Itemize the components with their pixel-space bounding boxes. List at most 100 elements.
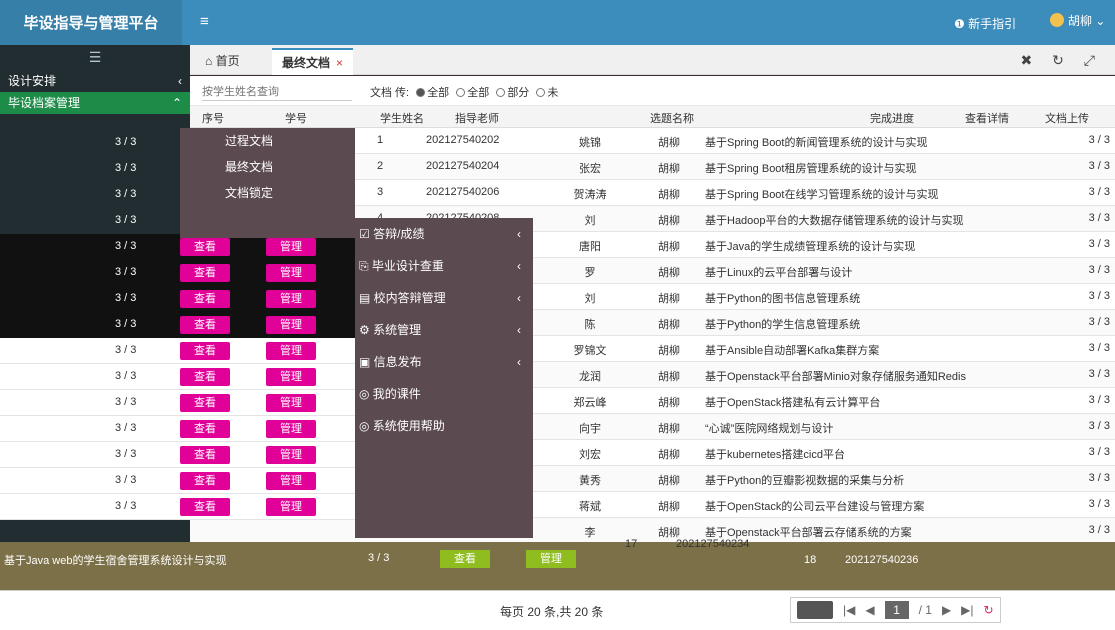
manage-button[interactable]: 管理 (266, 498, 316, 516)
row-upload-count: 3 / 3 (1088, 342, 1110, 354)
view-button[interactable]: 查看 (180, 264, 230, 282)
manage-button[interactable]: 管理 (266, 238, 316, 256)
first-page-icon[interactable]: |◀ (843, 603, 855, 617)
radio-all-2[interactable] (456, 88, 466, 97)
filter-bar: 文档 传: 全部 全部 部分 未 (190, 76, 1115, 106)
manage-button[interactable]: 管理 (266, 368, 316, 386)
chevron-left-icon: ‹ (517, 227, 521, 241)
close-icon[interactable]: × (336, 56, 343, 70)
progress-value: 3 / 3 (115, 318, 137, 330)
prev-page-icon[interactable]: ◀ (865, 603, 874, 617)
progress-value: 3 / 3 (115, 136, 137, 148)
row-title: 基于Openstack平台部署云存储系统的方案 (705, 527, 912, 539)
sidebar-collapse-icon[interactable]: ☰ (0, 45, 190, 70)
manage-button[interactable]: 管理 (266, 290, 316, 308)
row-upload-count: 3 / 3 (1088, 316, 1110, 328)
current-page-input[interactable]: 1 (884, 601, 909, 619)
page-info: 每页 20 条,共 20 条 (500, 605, 604, 619)
progress-value: 3 / 3 (115, 448, 137, 460)
manage-button[interactable]: 管理 (266, 420, 316, 438)
row-title: 基于OpenStack的公司云平台建设与管理方案 (705, 501, 925, 513)
manage-button[interactable]: 管理 (266, 472, 316, 490)
view-button[interactable]: 查看 (180, 420, 230, 438)
manage-button[interactable]: 管理 (266, 264, 316, 282)
menu-item-defense[interactable]: ☑ 答辩/成绩 ‹ (355, 218, 533, 250)
view-button[interactable]: 查看 (180, 316, 230, 334)
refresh-icon[interactable]: ↻ (984, 603, 994, 617)
chevron-left-icon: ‹ (517, 323, 521, 337)
tab-home[interactable]: ⌂ 首页 (195, 48, 250, 75)
manage-button[interactable]: 管理 (266, 394, 316, 412)
menu-item-doc-lock[interactable]: 文档锁定 (180, 180, 355, 206)
menu-item-process-docs[interactable]: 过程文档 (180, 128, 355, 154)
radio-partial[interactable] (496, 88, 506, 97)
row-upload-count: 3 / 3 (1088, 472, 1110, 484)
view-button[interactable]: 查看 (180, 368, 230, 386)
sidebar-item-archive[interactable]: 毕设档案管理 ⌃ (0, 92, 190, 114)
row-teacher: 胡柳 (658, 163, 680, 175)
row-title: 基于OpenStack搭建私有云计算平台 (705, 397, 881, 409)
next-page-icon[interactable]: ▶ (942, 603, 951, 617)
row-teacher: 胡柳 (658, 241, 680, 253)
view-button[interactable]: 查看 (180, 238, 230, 256)
menu-item-help[interactable]: ◎ 系统使用帮助 (355, 410, 533, 442)
view-button[interactable]: 查看 (180, 472, 230, 490)
row-title: 基于Spring Boot在线学习管理系统的设计与实现 (705, 189, 939, 201)
menu-item-plagiarism[interactable]: ⎘ 毕业设计查重 ‹ (355, 250, 533, 282)
row-upload-count: 3 / 3 (1088, 238, 1110, 250)
chevron-left-icon: ‹ (517, 259, 521, 273)
home-icon: ⌂ (205, 54, 216, 68)
menu-label: ▣ 信息发布 (359, 355, 422, 369)
row-student-name: 刘 (584, 293, 596, 305)
progress-value: 3 / 3 (115, 500, 137, 512)
row-teacher: 胡柳 (658, 189, 680, 201)
page-size-select[interactable] (797, 601, 833, 619)
tab-tools[interactable]: ✖ ↻ ⤢ (1021, 52, 1103, 69)
last-page-icon[interactable]: ▶| (961, 603, 973, 617)
row-upload-count: 3 / 3 (1088, 264, 1110, 276)
view-button[interactable]: 查看 (180, 342, 230, 360)
view-button[interactable]: 查看 (180, 446, 230, 464)
menu-item-final-docs[interactable]: 最终文档 (180, 154, 355, 180)
th-index: 序号 (202, 113, 224, 125)
view-button[interactable]: 查看 (180, 394, 230, 412)
menu-toggle-icon[interactable]: ≡ (200, 13, 209, 30)
row-student-no: 202127540234 (676, 538, 750, 550)
manage-button[interactable]: 管理 (266, 342, 316, 360)
manage-button[interactable]: 管理 (266, 446, 316, 464)
user-menu[interactable]: 胡柳 ⌄ (1050, 12, 1105, 29)
user-name: 胡柳 ⌄ (1068, 14, 1106, 28)
radio-none[interactable] (536, 88, 546, 97)
menu-item-defense-mgmt[interactable]: ▤ 校内答辩管理 ‹ (355, 282, 533, 314)
option-label: 全部 (427, 87, 450, 99)
menu-label: ☑ 答辩/成绩 (359, 227, 425, 241)
th-title: 选题名称 (650, 113, 694, 125)
manage-button[interactable]: 管理 (526, 550, 576, 568)
tab-final-docs[interactable]: 最终文档 × (272, 48, 354, 75)
overlay-bar: 17 202127540234 基于Java web的学生宿舍管理系统设计与实现… (0, 538, 800, 590)
progress-value: 3 / 3 (115, 344, 137, 356)
radio-all[interactable] (416, 88, 426, 97)
option-label: 部分 (507, 87, 530, 99)
view-button[interactable]: 查看 (180, 498, 230, 516)
row-title: “心诚”医院网络规划与设计 (705, 423, 834, 435)
avatar-icon (1050, 12, 1064, 27)
chevron-left-icon: ‹ (517, 291, 521, 305)
view-button[interactable]: 查看 (180, 290, 230, 308)
row-title: 基于Linux的云平台部署与设计 (705, 267, 853, 279)
menu-item-system[interactable]: ⚙ 系统管理 ‹ (355, 314, 533, 346)
row-teacher: 胡柳 (658, 215, 680, 227)
progress-value: 3 / 3 (115, 474, 137, 486)
row-upload-count: 3 / 3 (1088, 290, 1110, 302)
newbie-guide-link[interactable]: ❶ 新手指引 (954, 15, 1016, 32)
menu-item-courseware[interactable]: ◎ 我的课件 (355, 378, 533, 410)
row-student-name: 龙润 (579, 371, 601, 383)
manage-button[interactable]: 管理 (266, 316, 316, 334)
overlay-progress: 3 / 3 (368, 552, 390, 564)
row-student-name: 黄秀 (579, 475, 601, 487)
view-button[interactable]: 查看 (440, 550, 490, 568)
sidebar-item-design-plan[interactable]: 设计安排 ‹ (0, 70, 190, 92)
menu-item-publish[interactable]: ▣ 信息发布 ‹ (355, 346, 533, 378)
row-title: 基于Spring Boot的新闻管理系统的设计与实现 (705, 137, 928, 149)
student-search-input[interactable] (202, 83, 352, 101)
